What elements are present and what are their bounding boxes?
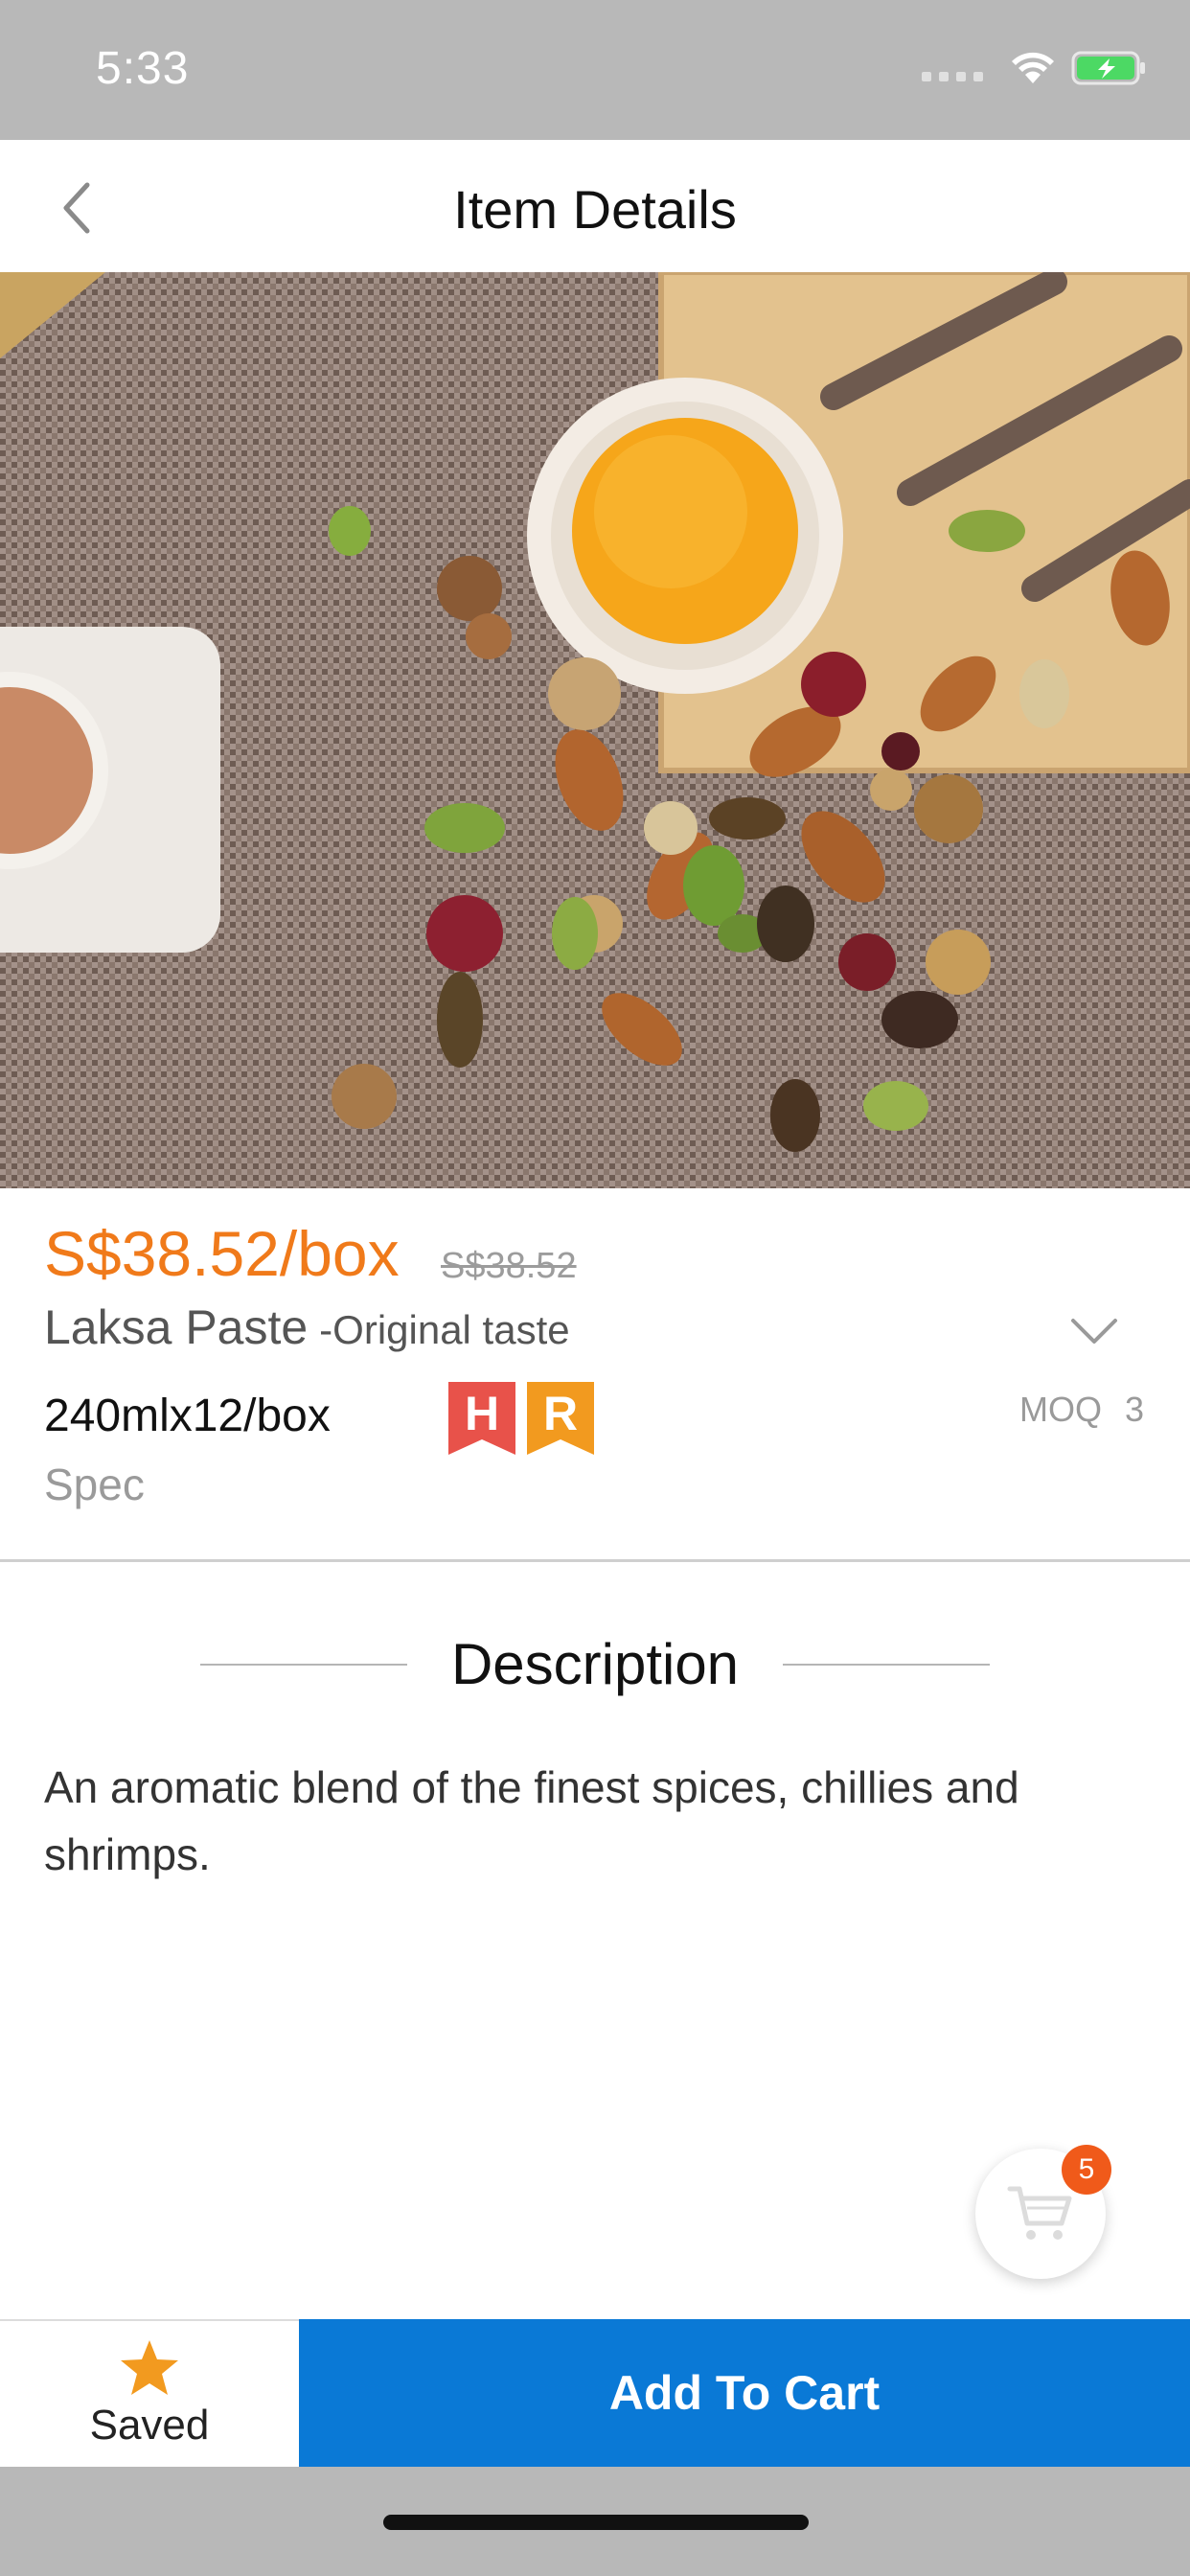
- product-name: Laksa Paste -Original taste: [44, 1300, 570, 1355]
- wifi-icon: [1012, 52, 1054, 83]
- badge-letter-h: H: [465, 1387, 499, 1440]
- chevron-down-icon: [1071, 1319, 1117, 1344]
- home-indicator[interactable]: [383, 2515, 809, 2530]
- divider-line-left: [199, 1663, 407, 1666]
- product-name-text: Laksa Paste: [44, 1300, 309, 1354]
- battery-charging-icon: [1071, 51, 1145, 85]
- saved-button[interactable]: Saved: [0, 2319, 299, 2467]
- status-icons: [922, 50, 1148, 86]
- moq-value: 3: [1124, 1390, 1144, 1429]
- moq: MOQ 3: [1019, 1390, 1144, 1430]
- saved-label: Saved: [89, 2402, 210, 2449]
- restaurant-badge-icon: R: [527, 1382, 594, 1455]
- badge-letter-r: R: [543, 1387, 578, 1440]
- product-price: S$38.52/box: [44, 1218, 400, 1289]
- original-price: S$38.52: [441, 1246, 577, 1286]
- signal-dots-icon: [922, 55, 983, 81]
- product-variant: -Original taste: [319, 1307, 570, 1352]
- description-header: Description: [0, 1631, 1190, 1697]
- spec-label: Spec: [44, 1460, 145, 1509]
- expand-details-button[interactable]: [1065, 1303, 1123, 1361]
- moq-label: MOQ: [1018, 1390, 1102, 1429]
- halal-badge-icon: H: [448, 1382, 515, 1455]
- cart-icon: [1007, 2186, 1072, 2240]
- navigation-bar: Item Details: [0, 140, 1190, 272]
- spec-value: 240mlx12/box: [44, 1391, 331, 1441]
- status-time: 5:33: [96, 43, 190, 94]
- product-image: [0, 272, 1190, 1188]
- divider-line-right: [783, 1663, 991, 1666]
- home-indicator-area: [0, 2467, 1190, 2576]
- star-icon: [121, 2340, 178, 2395]
- bottom-action-bar: Saved Add To Cart: [0, 2319, 1190, 2467]
- status-bar: 5:33: [0, 0, 1190, 140]
- product-info: S$38.52/box S$38.52 Laksa Paste -Original…: [0, 1188, 1190, 1562]
- page-title: Item Details: [453, 179, 737, 240]
- description-text: An aromatic blend of the finest spices, …: [44, 1762, 1019, 1879]
- description-title: Description: [450, 1632, 740, 1696]
- certification-badges: H R: [448, 1382, 594, 1455]
- cart-count-badge: 5: [1062, 2145, 1111, 2195]
- add-to-cart-button[interactable]: Add To Cart: [299, 2319, 1190, 2467]
